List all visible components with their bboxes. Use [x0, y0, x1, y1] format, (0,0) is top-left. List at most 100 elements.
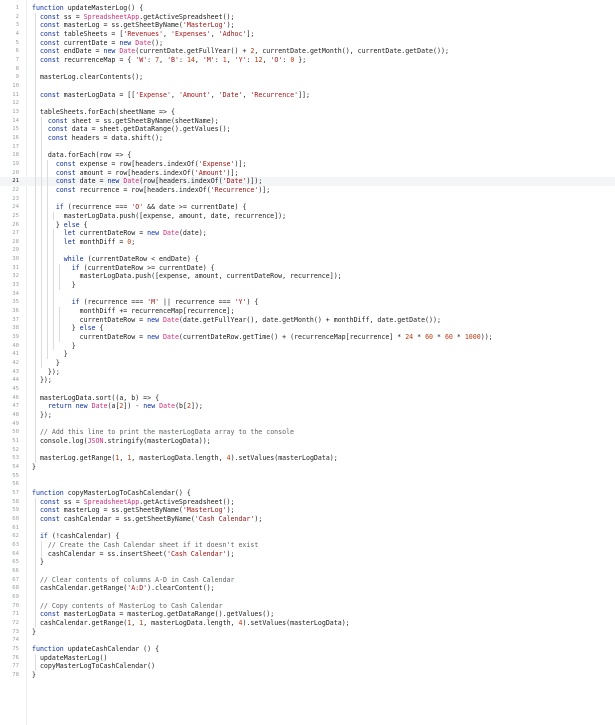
code-line[interactable]: 13 tableSheets.forEach(sheetName => { — [0, 108, 615, 117]
line-number: 20 — [12, 169, 19, 176]
code-line[interactable]: 28 let monthDiff = 0; — [0, 238, 615, 247]
code-line[interactable]: 11 const masterLogData = [['Expense', 'A… — [0, 91, 615, 100]
code-line[interactable]: 25 masterLogData.push([expense, amount, … — [0, 212, 615, 221]
code-line[interactable]: 18 data.forEach(row => { — [0, 151, 615, 160]
code-line[interactable]: 52 — [0, 446, 615, 455]
code-line[interactable]: 30 while (currentDateRow < endDate) { — [0, 255, 615, 264]
code-line[interactable]: 75 function updateCashCalendar () { — [0, 645, 615, 654]
code-line[interactable]: 14 const sheet = ss.getSheetByName(sheet… — [0, 117, 615, 126]
line-number: 6 — [15, 48, 19, 55]
code-line[interactable]: 31 if (currentDateRow >= currentDate) { — [0, 264, 615, 273]
code-line[interactable]: 59 const masterLog = ss.getSheetByName('… — [0, 506, 615, 515]
code-line[interactable]: 2 const ss = SpreadsheetApp.getActiveSpr… — [0, 13, 615, 22]
code-text: data.forEach(row => { — [32, 151, 132, 160]
code-line[interactable]: 55 — [0, 472, 615, 481]
line-number: 47 — [12, 403, 19, 410]
code-line[interactable]: 76 updateMasterLog() — [0, 654, 615, 663]
line-number: 34 — [12, 290, 19, 297]
line-number: 72 — [12, 619, 19, 626]
code-line[interactable]: 68 cashCalendar.getRange('A:D').clearCon… — [0, 584, 615, 593]
code-line[interactable]: 70 // Copy contents of MasterLog to Cash… — [0, 602, 615, 611]
code-text: const masterLogData = masterLog.getDataR… — [39, 610, 275, 619]
code-line[interactable]: 34 — [0, 290, 615, 299]
code-line[interactable]: 58 const ss = SpreadsheetApp.getActiveSp… — [0, 498, 615, 507]
code-line[interactable]: 56 — [0, 480, 615, 489]
indent-guide — [35, 497, 36, 628]
code-line[interactable]: 51 console.log(JSON.stringify(masterLogD… — [0, 437, 615, 446]
code-line[interactable]: 37 currentDateRow = new Date(date.getFul… — [0, 316, 615, 325]
code-line[interactable]: 45 — [0, 385, 615, 394]
code-line[interactable]: 15 const data = sheet.getDataRange().get… — [0, 125, 615, 134]
code-line[interactable]: 12 — [0, 99, 615, 108]
line-number: 77 — [12, 663, 19, 670]
code-line[interactable]: 36 monthDiff += recurrenceMap[recurrence… — [0, 307, 615, 316]
code-line[interactable]: 22 const recurrence = row[headers.indexO… — [0, 186, 615, 195]
code-line[interactable]: 4 const tableSheets = ['Revenues', 'Expe… — [0, 30, 615, 39]
code-line[interactable]: 41 } — [0, 350, 615, 359]
code-line[interactable]: 38 } else { — [0, 324, 615, 333]
code-line[interactable]: 20 const amount = row[headers.indexOf('A… — [0, 169, 615, 178]
line-number: 74 — [12, 637, 19, 644]
code-line[interactable]: 49 — [0, 420, 615, 429]
code-line[interactable]: 69 — [0, 593, 615, 602]
code-line[interactable]: 53 masterLog.getRange(1, 1, masterLogDat… — [0, 454, 615, 463]
code-line[interactable]: 5 const currentDate = new Date(); — [0, 39, 615, 48]
code-line[interactable]: 33 } — [0, 281, 615, 290]
code-line[interactable]: 61 — [0, 524, 615, 533]
code-line[interactable]: 42 } — [0, 359, 615, 368]
code-line[interactable]: 39 currentDateRow = new Date(currentDate… — [0, 333, 615, 342]
indent-guide — [47, 159, 48, 360]
code-line[interactable]: 47 return new Date(a[2]) - new Date(b[2]… — [0, 402, 615, 411]
code-line[interactable]: 72 cashCalendar.getRange(1, 1, masterLog… — [0, 619, 615, 628]
code-line[interactable]: 71 const masterLogData = masterLog.getDa… — [0, 610, 615, 619]
code-line[interactable]: 21 const date = new Date(row[headers.ind… — [0, 177, 615, 187]
code-line[interactable]: 44 }); — [0, 376, 615, 385]
code-line[interactable]: 10 — [0, 82, 615, 91]
line-number: 58 — [12, 498, 19, 505]
code-line[interactable]: 57 function copyMasterLogToCashCalendar()… — [0, 489, 615, 498]
code-line[interactable]: 77 copyMasterLogToCashCalendar() — [0, 662, 615, 671]
code-line[interactable]: 66 — [0, 567, 615, 576]
code-line[interactable]: 6 const endDate = new Date(currentDate.g… — [0, 47, 615, 56]
line-number: 43 — [12, 368, 19, 375]
code-line[interactable]: 27 let currentDateRow = new Date(date); — [0, 229, 615, 238]
code-line[interactable]: 8 — [0, 65, 615, 74]
code-line[interactable]: 17 — [0, 143, 615, 152]
code-line[interactable]: 50 // Add this line to print the masterL… — [0, 428, 615, 437]
code-text: while (currentDateRow < endDate) { — [63, 255, 199, 264]
code-line[interactable]: 7 const recurrenceMap = { 'W': 7, 'B': 1… — [0, 56, 615, 65]
code-line[interactable]: 26 } else { — [0, 221, 615, 230]
line-number: 3 — [15, 22, 19, 29]
line-number: 56 — [12, 481, 19, 488]
code-line[interactable]: 73} — [0, 628, 615, 637]
code-line[interactable]: 64 cashCalendar = ss.insertSheet('Cash C… — [0, 550, 615, 559]
code-line[interactable]: 24 if (recurrence === 'O' && date >= cur… — [0, 203, 615, 212]
code-text: masterLogData.push([expense, amount, cur… — [32, 272, 342, 281]
indent-guide — [53, 229, 54, 351]
line-number: 21 — [12, 178, 19, 185]
code-line[interactable]: 60 const cashCalendar = ss.getSheetByNam… — [0, 515, 615, 524]
code-line[interactable]: 29 — [0, 246, 615, 255]
code-line[interactable]: 78} — [0, 671, 615, 680]
code-line[interactable]: 43 }); — [0, 368, 615, 377]
code-line[interactable]: 48 }); — [0, 411, 615, 420]
code-line[interactable]: 9 masterLog.clearContents(); — [0, 73, 615, 82]
code-line[interactable]: 54} — [0, 463, 615, 472]
code-line[interactable]: 16 const headers = data.shift(); — [0, 134, 615, 143]
code-text: const headers = data.shift(); — [47, 133, 164, 142]
code-line[interactable]: 74 — [0, 636, 615, 645]
code-line[interactable]: 46 masterLogData.sort((a, b) => { — [0, 394, 615, 403]
code-line[interactable]: 63 // Create the Cash Calendar sheet if … — [0, 541, 615, 550]
code-line[interactable]: 35 if (recurrence === 'M' || recurrence … — [0, 298, 615, 307]
code-line[interactable]: 23 — [0, 195, 615, 204]
code-line[interactable]: 3 const masterLog = ss.getSheetByName('M… — [0, 21, 615, 30]
code-editor[interactable]: 1 function updateMasterLog() {2 const ss … — [0, 0, 615, 725]
code-line[interactable]: 1 function updateMasterLog() { — [0, 4, 615, 13]
indent-guide — [41, 540, 42, 559]
code-line[interactable]: 65 } — [0, 558, 615, 567]
code-line[interactable]: 32 masterLogData.push([expense, amount, … — [0, 272, 615, 281]
code-line[interactable]: 40 } — [0, 342, 615, 351]
code-line[interactable]: 19 const expense = row[headers.indexOf('… — [0, 160, 615, 169]
code-line[interactable]: 62 if (!cashCalendar) { — [0, 532, 615, 541]
code-line[interactable]: 67 // Clear contents of columns A-D in C… — [0, 576, 615, 585]
